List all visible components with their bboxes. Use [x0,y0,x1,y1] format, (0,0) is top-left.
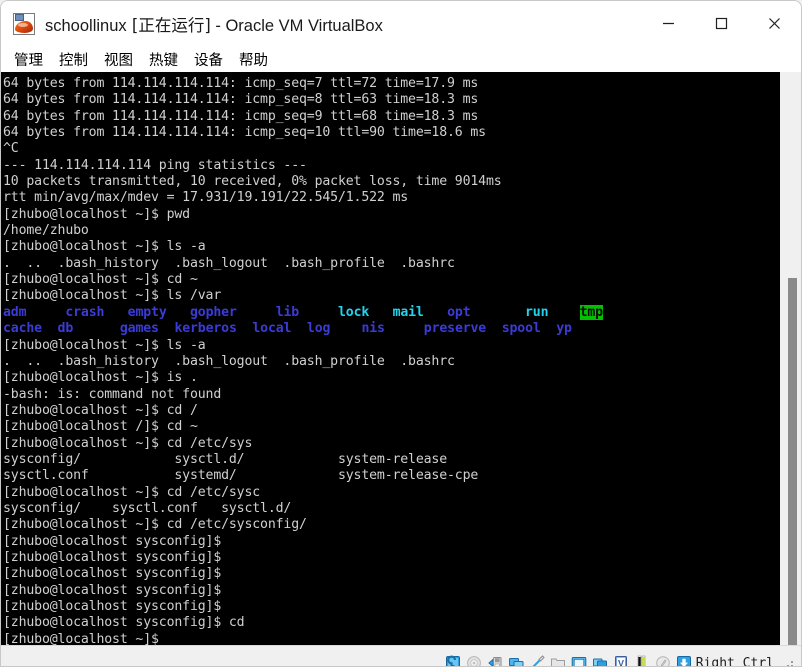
resize-grip[interactable] [784,660,795,666]
terminal-line: --- 114.114.114.114 ping statistics --- [3,157,307,173]
window-controls [642,1,801,46]
menu-machine[interactable]: 控制 [52,47,95,72]
terminal-line: [zhubo@localhost /]$ cd ~ [3,419,198,435]
virtualbox-window: schoollinux [正在运行] - Oracle VM VirtualBo… [0,0,802,667]
maximize-button[interactable] [695,1,748,46]
host-key-icon[interactable] [676,655,692,666]
terminal-line: [zhubo@localhost ~]$ ls /var [3,288,222,304]
terminal-line: [zhubo@localhost sysconfig]$ [3,599,222,614]
terminal-line: [zhubo@localhost sysconfig]$ [3,549,222,565]
terminal-line: 64 bytes from 114.114.114.114: icmp_seq=… [3,92,479,108]
terminal-line: sysconfig/ sysctl.d/ system-release [3,451,448,467]
ls-entry-lock: lock [338,304,370,320]
title-bar: schoollinux [正在运行] - Oracle VM VirtualBo… [1,1,801,46]
hard-disk-icon[interactable] [445,655,461,666]
terminal-line: [zhubo@localhost ~]$ [3,631,159,645]
status-bar: V Right Ctrl [1,645,801,667]
display-icon[interactable] [571,655,587,666]
usb-icon[interactable] [529,655,545,666]
menu-view[interactable]: 视图 [97,47,140,72]
ls-entry-cache: cache [3,321,42,337]
ls-entry-preserve: preserve [423,321,487,337]
terminal-line: [zhubo@localhost sysconfig]$ [3,566,222,582]
ls-entry-games: games [119,321,159,337]
ls-entry-spool: spool [501,321,541,337]
window-title-vm: schoollinux [45,16,127,35]
close-button[interactable] [748,1,801,46]
ls-entry-nis: nis [361,321,385,337]
terminal-line: [zhubo@localhost ~]$ cd /etc/sys [3,435,253,451]
terminal-line: [zhubo@localhost sysconfig]$ [3,533,222,549]
terminal-line: 10 packets transmitted, 10 received, 0% … [3,174,502,190]
terminal-line: . .. .bash_history .bash_logout .bash_pr… [3,353,455,369]
menu-help[interactable]: 帮助 [232,47,275,72]
ls-entry-empty: empty [127,304,167,320]
menu-bar: 管理 控制 视图 热键 设备 帮助 [1,46,801,72]
vertical-scrollbar[interactable] [788,72,797,666]
host-key-label: Right Ctrl [695,655,774,667]
ls-entry-log: log [306,321,331,337]
terminal-line: [zhubo@localhost ~]$ is . [3,370,198,386]
ls-entry-yp: yp [556,321,572,337]
guest-additions-icon[interactable]: V [613,655,629,667]
terminal-line: . .. .bash_history .bash_logout .bash_pr… [3,255,455,271]
menu-input[interactable]: 热键 [142,47,185,72]
guest-screen[interactable]: 64 bytes from 114.114.114.114: icmp_seq=… [1,72,780,645]
terminal-line: -bash: is: command not found [3,386,222,402]
terminal-line: adm crash empty gopher lib lock mail opt… [3,304,780,321]
menu-manage[interactable]: 管理 [7,47,50,72]
ls-entry-lib: lib [275,304,300,320]
terminal-line: /home/zhubo [3,223,89,239]
ls-entry-run: run [525,304,549,320]
floppy-disk-icon[interactable] [487,655,503,666]
terminal-line: ^C [3,141,19,157]
shared-folders-icon[interactable] [550,655,566,666]
terminal-output: 64 bytes from 114.114.114.114: icmp_seq=… [1,72,780,645]
terminal-line: cache db games kerberos local log nis pr… [3,321,780,337]
ls-entry-gopher: gopher [189,304,237,320]
terminal-line: [zhubo@localhost sysconfig]$ [3,582,222,598]
terminal-line: 64 bytes from 114.114.114.114: icmp_seq=… [3,76,479,91]
terminal-line: [zhubo@localhost ~]$ cd /etc/sysconfig/ [3,517,307,533]
scrollbar-thumb[interactable] [788,278,797,666]
video-capture-icon[interactable] [592,655,608,666]
cpu-load-indicator [634,655,650,666]
virtualbox-icon [13,12,35,35]
ls-entry-mail: mail [392,304,424,320]
svg-text:V: V [618,659,624,667]
window-title-state: [正在运行] [131,15,211,35]
ls-entry-crash: crash [65,304,105,320]
minimize-button[interactable] [642,1,695,46]
terminal-line: [zhubo@localhost ~]$ pwd [3,206,190,222]
ls-entry-tmp: tmp [579,304,603,320]
mouse-integration-icon[interactable] [655,655,671,666]
ls-entry-db: db [57,321,74,337]
terminal-line: rtt min/avg/max/mdev = 17.931/19.191/22.… [3,190,409,206]
terminal-line: 64 bytes from 114.114.114.114: icmp_seq=… [3,125,486,141]
terminal-line: [zhubo@localhost ~]$ ls -a [3,337,206,353]
ls-entry-local: local [252,321,292,337]
terminal-line: [zhubo@localhost sysconfig]$ cd [3,615,245,631]
terminal-line: [zhubo@localhost ~]$ cd /etc/sysc [3,484,261,500]
terminal-line: 64 bytes from 114.114.114.114: icmp_seq=… [3,108,479,124]
scrollbar-column [780,72,801,666]
terminal-line: [zhubo@localhost ~]$ cd ~ [3,272,198,288]
vm-display-area: 64 bytes from 114.114.114.114: icmp_seq=… [1,72,801,666]
status-icons: V [445,655,692,667]
terminal-line: sysconfig/ sysctl.conf sysctl.d/ [3,500,292,516]
ls-entry-opt: opt [447,304,471,320]
menu-devices[interactable]: 设备 [187,47,230,72]
ls-entry-kerberos: kerberos [174,321,237,337]
terminal-line: [zhubo@localhost ~]$ ls -a [3,239,206,255]
window-title-app: - Oracle VM VirtualBox [215,16,383,35]
network-adapter-icon[interactable] [508,655,524,666]
window-title: schoollinux [正在运行] - Oracle VM VirtualBo… [45,12,383,36]
optical-disk-icon[interactable] [466,655,482,666]
terminal-line: [zhubo@localhost ~]$ cd / [3,402,198,418]
terminal-line: sysctl.conf systemd/ system-release-cpe [3,468,479,484]
ls-entry-adm: adm [3,304,27,320]
